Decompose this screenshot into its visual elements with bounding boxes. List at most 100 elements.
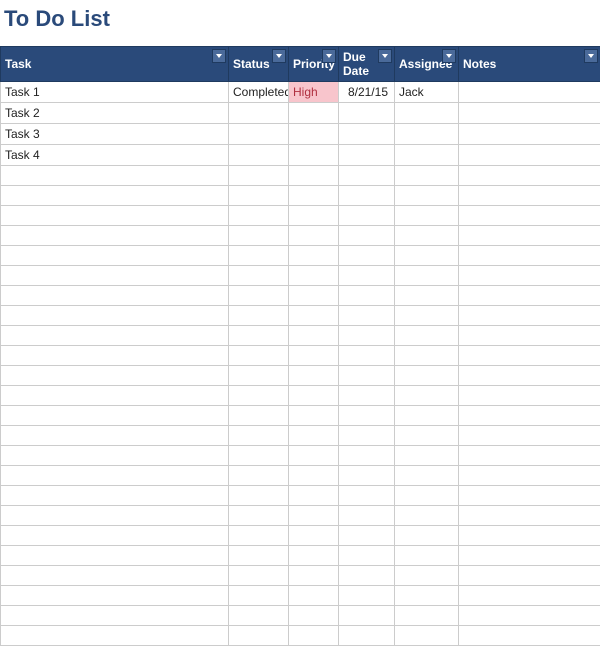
col-header-assignee[interactable]: Assignee	[395, 47, 459, 82]
cell-assignee[interactable]	[395, 526, 459, 546]
cell-assignee[interactable]	[395, 186, 459, 206]
cell-duedate[interactable]	[339, 386, 395, 406]
cell-notes[interactable]	[459, 326, 600, 346]
cell-duedate[interactable]	[339, 326, 395, 346]
cell-status[interactable]	[229, 366, 289, 386]
cell-priority[interactable]: High	[289, 82, 339, 103]
cell-status[interactable]	[229, 406, 289, 426]
cell-duedate[interactable]	[339, 145, 395, 166]
cell-assignee[interactable]	[395, 266, 459, 286]
cell-duedate[interactable]	[339, 103, 395, 124]
col-header-task[interactable]: Task	[1, 47, 229, 82]
cell-notes[interactable]	[459, 586, 600, 606]
cell-priority[interactable]	[289, 626, 339, 646]
cell-priority[interactable]	[289, 546, 339, 566]
cell-assignee[interactable]	[395, 506, 459, 526]
cell-task[interactable]	[1, 446, 229, 466]
cell-task[interactable]: Task 2	[1, 103, 229, 124]
filter-icon[interactable]	[322, 49, 336, 63]
cell-task[interactable]	[1, 166, 229, 186]
cell-status[interactable]	[229, 286, 289, 306]
cell-notes[interactable]	[459, 286, 600, 306]
cell-task[interactable]	[1, 346, 229, 366]
cell-notes[interactable]	[459, 566, 600, 586]
cell-notes[interactable]	[459, 346, 600, 366]
cell-duedate[interactable]	[339, 124, 395, 145]
filter-icon[interactable]	[584, 49, 598, 63]
cell-task[interactable]	[1, 486, 229, 506]
cell-notes[interactable]	[459, 266, 600, 286]
cell-assignee[interactable]	[395, 166, 459, 186]
cell-task[interactable]	[1, 226, 229, 246]
cell-duedate[interactable]	[339, 266, 395, 286]
cell-duedate[interactable]	[339, 366, 395, 386]
cell-status[interactable]	[229, 586, 289, 606]
cell-duedate[interactable]	[339, 426, 395, 446]
cell-task[interactable]	[1, 586, 229, 606]
cell-task[interactable]	[1, 566, 229, 586]
cell-notes[interactable]	[459, 103, 600, 124]
cell-task[interactable]	[1, 506, 229, 526]
cell-duedate[interactable]	[339, 566, 395, 586]
cell-assignee[interactable]	[395, 546, 459, 566]
col-header-status[interactable]: Status	[229, 47, 289, 82]
cell-task[interactable]	[1, 246, 229, 266]
cell-notes[interactable]	[459, 606, 600, 626]
cell-priority[interactable]	[289, 266, 339, 286]
cell-priority[interactable]	[289, 366, 339, 386]
cell-duedate[interactable]	[339, 546, 395, 566]
cell-status[interactable]	[229, 466, 289, 486]
cell-assignee[interactable]	[395, 103, 459, 124]
cell-assignee[interactable]	[395, 486, 459, 506]
cell-duedate[interactable]	[339, 506, 395, 526]
cell-assignee[interactable]	[395, 386, 459, 406]
cell-notes[interactable]	[459, 246, 600, 266]
cell-status[interactable]	[229, 626, 289, 646]
filter-icon[interactable]	[378, 49, 392, 63]
cell-notes[interactable]	[459, 186, 600, 206]
cell-assignee[interactable]	[395, 346, 459, 366]
cell-assignee[interactable]	[395, 426, 459, 446]
cell-duedate[interactable]	[339, 186, 395, 206]
cell-status[interactable]	[229, 306, 289, 326]
cell-status[interactable]	[229, 124, 289, 145]
cell-notes[interactable]	[459, 506, 600, 526]
cell-status[interactable]	[229, 326, 289, 346]
cell-priority[interactable]	[289, 124, 339, 145]
col-header-notes[interactable]: Notes	[459, 47, 600, 82]
cell-priority[interactable]	[289, 446, 339, 466]
cell-status[interactable]: Completed	[229, 82, 289, 103]
cell-task[interactable]	[1, 606, 229, 626]
cell-notes[interactable]	[459, 82, 600, 103]
cell-status[interactable]	[229, 546, 289, 566]
cell-status[interactable]	[229, 446, 289, 466]
cell-notes[interactable]	[459, 206, 600, 226]
cell-priority[interactable]	[289, 386, 339, 406]
cell-priority[interactable]	[289, 145, 339, 166]
cell-duedate[interactable]	[339, 346, 395, 366]
cell-status[interactable]	[229, 346, 289, 366]
cell-notes[interactable]	[459, 446, 600, 466]
cell-task[interactable]	[1, 366, 229, 386]
cell-duedate[interactable]	[339, 246, 395, 266]
cell-duedate[interactable]	[339, 626, 395, 646]
cell-status[interactable]	[229, 145, 289, 166]
cell-status[interactable]	[229, 526, 289, 546]
cell-assignee[interactable]	[395, 626, 459, 646]
cell-priority[interactable]	[289, 566, 339, 586]
cell-duedate[interactable]: 8/21/15	[339, 82, 395, 103]
cell-priority[interactable]	[289, 526, 339, 546]
cell-duedate[interactable]	[339, 586, 395, 606]
cell-task[interactable]: Task 4	[1, 145, 229, 166]
cell-task[interactable]	[1, 326, 229, 346]
cell-assignee[interactable]	[395, 145, 459, 166]
cell-priority[interactable]	[289, 486, 339, 506]
cell-assignee[interactable]	[395, 406, 459, 426]
cell-priority[interactable]	[289, 166, 339, 186]
cell-notes[interactable]	[459, 306, 600, 326]
cell-task[interactable]	[1, 286, 229, 306]
cell-status[interactable]	[229, 226, 289, 246]
cell-task[interactable]	[1, 526, 229, 546]
cell-notes[interactable]	[459, 386, 600, 406]
cell-duedate[interactable]	[339, 306, 395, 326]
